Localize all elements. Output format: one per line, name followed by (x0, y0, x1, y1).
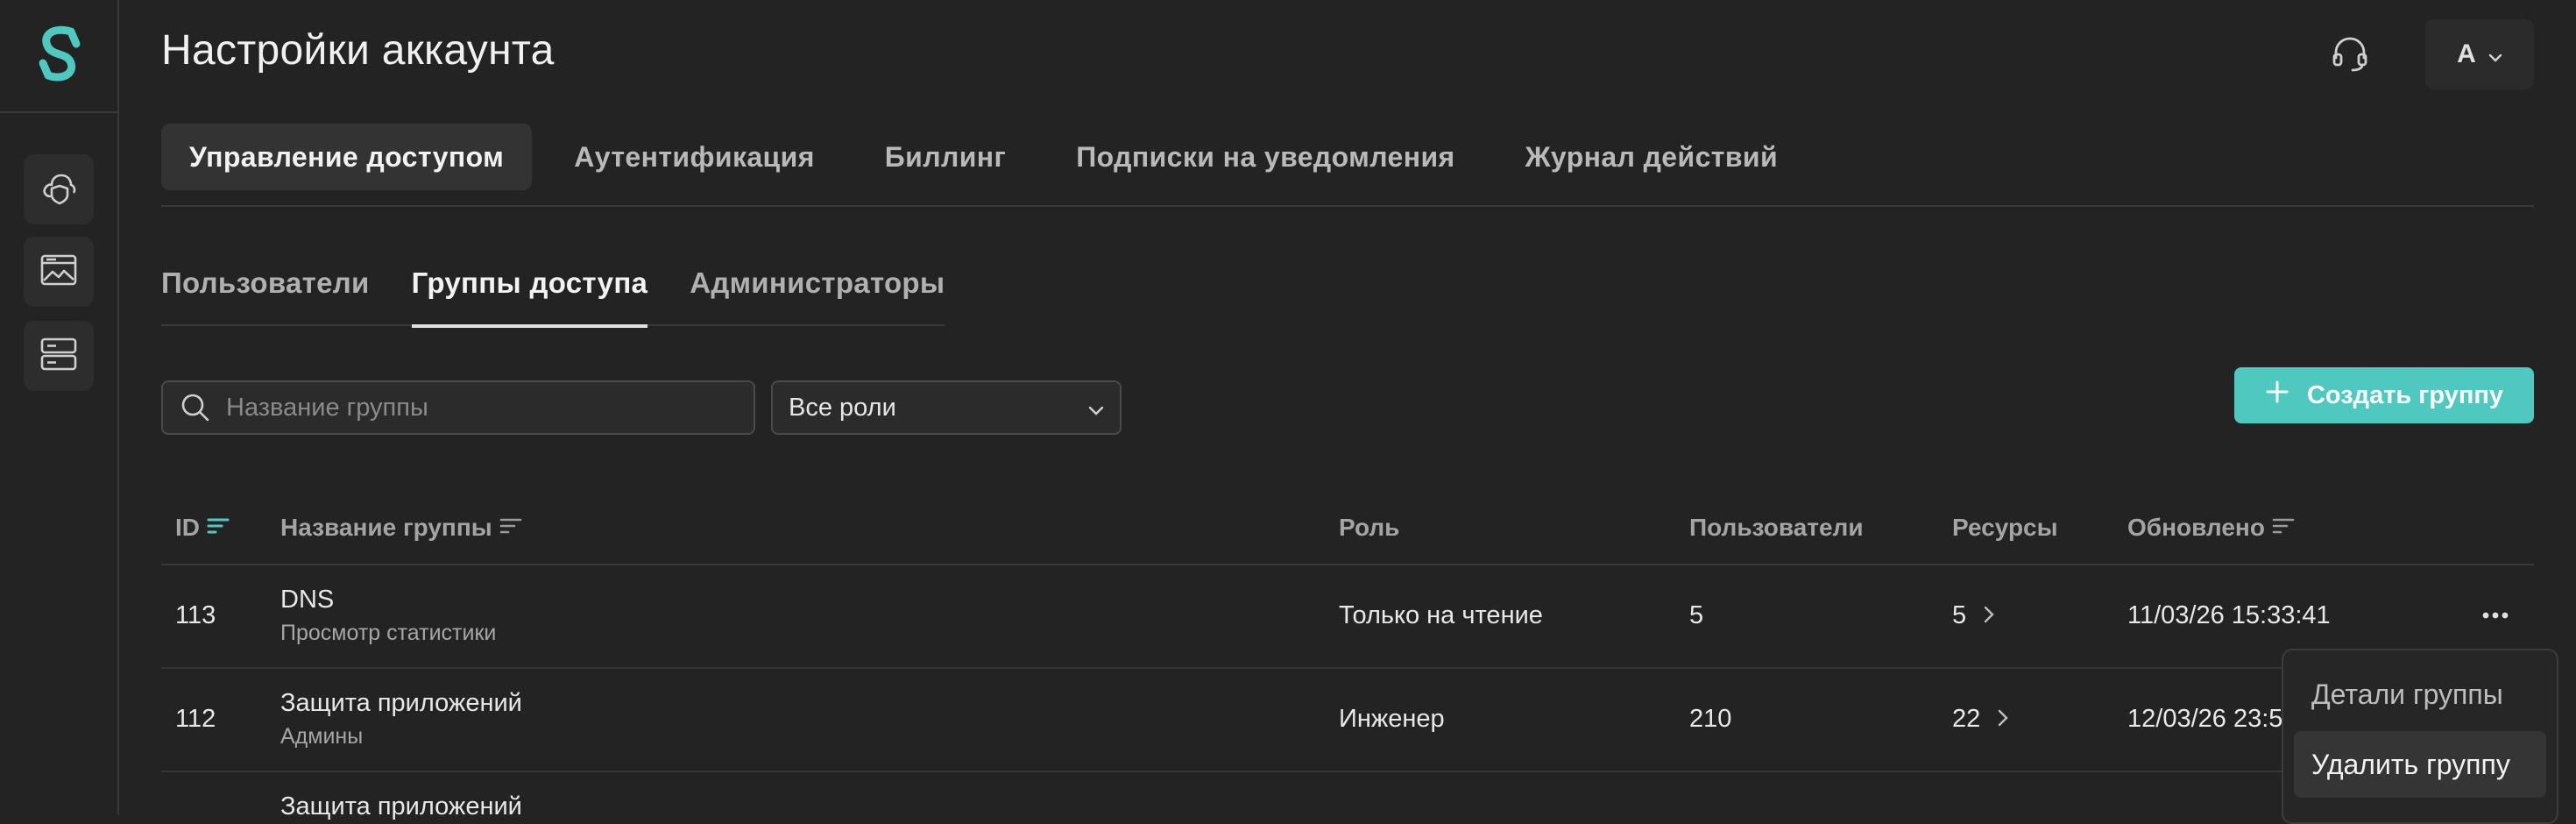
table-header-divider (161, 564, 2534, 565)
row-resources-count: 5 (1952, 601, 1967, 629)
row-divider (161, 667, 2534, 669)
tab-access-groups[interactable]: Группы доступа (411, 263, 648, 328)
create-group-button[interactable]: Создать группу (2234, 367, 2534, 423)
server-icon (40, 337, 77, 376)
brand-logo-icon (36, 25, 81, 87)
row-users: 5 (1689, 601, 1704, 629)
row-group-name: Защита приложений (280, 792, 522, 820)
row-resources[interactable]: 22 (1952, 705, 2008, 734)
image-browser-icon (40, 253, 77, 291)
sidebar (0, 0, 119, 815)
cloud-shield-icon (40, 170, 77, 210)
main-tabs: Управление доступом Аутентификация Билли… (161, 124, 1820, 190)
support-button[interactable] (2322, 28, 2378, 84)
row-group-name: Защита приложений (280, 689, 522, 717)
column-header-role: Роль (1339, 514, 1400, 541)
account-menu-button[interactable]: A (2425, 19, 2534, 89)
sidebar-item-web-content[interactable] (24, 237, 94, 307)
row-group-description: Админы (280, 724, 364, 749)
chevron-down-icon (1088, 394, 1104, 423)
sort-active-icon (207, 514, 230, 542)
chevron-down-icon (2488, 39, 2502, 69)
row-role: Только на чтение (1339, 601, 1543, 629)
row-updated: 12/03/26 23:5 (2127, 705, 2283, 733)
menu-item-delete-group[interactable]: Удалить группу (2294, 731, 2546, 798)
column-header-updated[interactable]: Обновлено (2127, 514, 2295, 542)
search-field (161, 380, 755, 435)
sort-icon (499, 514, 522, 542)
sidebar-item-servers[interactable] (24, 321, 94, 391)
avatar: A (2457, 39, 2476, 68)
chevron-right-icon (1984, 601, 1994, 630)
main-tabs-divider (161, 205, 2534, 207)
menu-item-group-details[interactable]: Детали группы (2294, 661, 2546, 728)
row-actions-button[interactable] (2473, 598, 2518, 633)
tab-users[interactable]: Пользователи (161, 263, 370, 326)
row-id: 113 (175, 601, 216, 629)
row-updated: 11/03/26 15:33:41 (2127, 601, 2331, 629)
search-input[interactable] (224, 392, 718, 423)
sort-icon (2272, 514, 2295, 542)
column-header-resources: Ресурсы (1952, 514, 2058, 541)
row-group-name: DNS (280, 586, 335, 614)
plus-icon (2265, 380, 2289, 411)
row-actions-menu: Детали группы Удалить группу (2282, 649, 2558, 824)
column-header-id[interactable]: ID (175, 514, 230, 542)
column-header-users: Пользователи (1689, 514, 1864, 541)
page-title: Настройки аккаунта (161, 27, 555, 74)
logo[interactable] (0, 0, 117, 113)
more-horizontal-icon (2482, 607, 2509, 623)
sidebar-item-cloud-protection[interactable] (24, 154, 94, 224)
tab-administrators[interactable]: Администраторы (690, 263, 945, 326)
row-resources[interactable]: 5 (1952, 601, 1994, 630)
row-resources-count: 22 (1952, 705, 1981, 733)
create-group-label: Создать группу (2306, 380, 2503, 409)
tab-notification-subscriptions[interactable]: Подписки на уведомления (1048, 124, 1483, 190)
chevron-right-icon (1998, 705, 2008, 734)
headset-icon (2331, 35, 2369, 78)
row-group-description: Просмотр статистики (280, 621, 497, 645)
column-header-name-label: Название группы (280, 514, 492, 541)
column-header-id-label: ID (175, 514, 200, 541)
tab-access-management[interactable]: Управление доступом (161, 124, 533, 190)
role-filter-value: Все роли (789, 393, 896, 422)
role-filter-select[interactable]: Все роли (771, 380, 1122, 435)
search-icon (180, 393, 210, 423)
row-divider (161, 771, 2534, 772)
tab-authentication[interactable]: Аутентификация (546, 124, 843, 190)
row-users: 210 (1689, 705, 1732, 733)
tab-activity-log[interactable]: Журнал действий (1497, 124, 1806, 190)
tab-billing[interactable]: Биллинг (857, 124, 1034, 190)
column-header-name[interactable]: Название группы (280, 514, 522, 542)
row-role: Инженер (1339, 705, 1445, 733)
column-header-updated-label: Обновлено (2127, 514, 2265, 541)
row-id: 112 (175, 705, 216, 733)
sub-tabs: Пользователи Группы доступа Администрато… (161, 263, 945, 328)
